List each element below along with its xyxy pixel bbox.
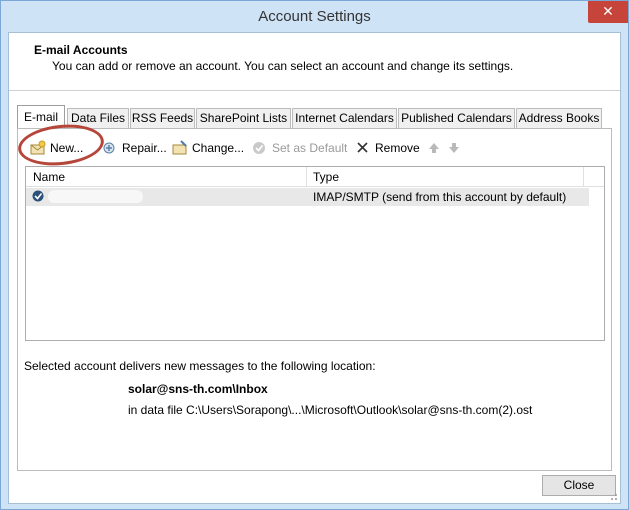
tab-internet-calendars[interactable]: Internet Calendars xyxy=(292,108,397,128)
set-as-default-button[interactable]: Set as Default xyxy=(252,137,348,159)
account-name-redacted xyxy=(48,190,143,203)
tab-address-books[interactable]: Address Books xyxy=(516,108,602,128)
list-header: Name Type xyxy=(26,167,604,187)
dialog-body: E-mail Accounts You can add or remove an… xyxy=(8,32,621,504)
section-title: E-mail Accounts xyxy=(34,43,128,57)
delivery-intro: Selected account delivers new messages t… xyxy=(24,359,376,373)
close-button[interactable]: Close xyxy=(542,475,616,496)
close-window-button[interactable]: ✕ xyxy=(588,1,628,23)
column-header-name[interactable]: Name xyxy=(33,170,65,184)
header-section: E-mail Accounts You can add or remove an… xyxy=(9,33,620,91)
account-row[interactable]: IMAP/SMTP (send from this account by def… xyxy=(26,188,589,206)
delivery-data-file: in data file C:\Users\Sorapong\...\Micro… xyxy=(128,403,533,417)
change-account-button[interactable]: Change... xyxy=(172,137,246,159)
repair-icon xyxy=(103,142,115,154)
account-settings-window: Account Settings ✕ E-mail Accounts You c… xyxy=(0,0,629,510)
tab-sharepoint-lists[interactable]: SharePoint Lists xyxy=(196,108,291,128)
column-header-type[interactable]: Type xyxy=(313,170,339,184)
change-account-icon xyxy=(172,140,187,155)
remove-button-label: Remove xyxy=(375,141,420,155)
tab-rss-feeds[interactable]: RSS Feeds xyxy=(130,108,195,128)
tab-published-calendars[interactable]: Published Calendars xyxy=(398,108,515,128)
column-divider xyxy=(306,167,307,187)
delivery-location: solar@sns-th.com\Inbox xyxy=(128,382,268,396)
move-up-button[interactable] xyxy=(428,137,442,159)
remove-x-icon xyxy=(357,142,368,153)
email-tab-panel: New... Repair... Change... Set as Defaul… xyxy=(16,120,612,471)
window-title: Account Settings xyxy=(258,8,371,25)
change-button-label: Change... xyxy=(192,141,245,155)
repair-account-button[interactable]: Repair... xyxy=(102,137,168,159)
section-description: You can add or remove an account. You ca… xyxy=(52,59,514,73)
default-account-icon xyxy=(32,190,44,202)
move-down-button[interactable] xyxy=(448,137,462,159)
checkmark-icon xyxy=(253,142,265,154)
resize-grip-icon[interactable] xyxy=(608,491,618,501)
title-bar: Account Settings ✕ xyxy=(1,1,628,32)
repair-button-label: Repair... xyxy=(122,141,167,155)
column-divider xyxy=(583,167,584,187)
remove-account-button[interactable]: Remove xyxy=(355,137,420,159)
accounts-list[interactable]: Name Type IMAP/SMTP (send from this acco… xyxy=(25,166,605,341)
account-type: IMAP/SMTP (send from this account by def… xyxy=(313,190,567,204)
highlight-circle-annotation xyxy=(16,120,106,170)
arrow-down-icon xyxy=(449,143,459,153)
arrow-up-icon xyxy=(429,143,439,153)
set-default-label: Set as Default xyxy=(272,141,348,155)
